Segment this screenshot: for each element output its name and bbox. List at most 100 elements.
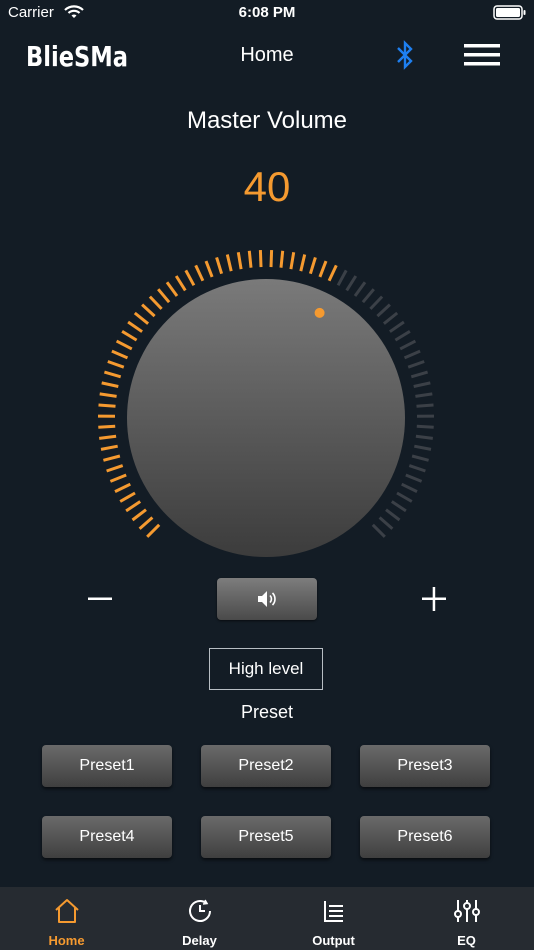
dial-tick — [308, 256, 317, 275]
dial-tick — [345, 275, 358, 292]
dial-tick — [410, 370, 429, 379]
dial-tick — [107, 360, 125, 369]
dial-tick — [157, 288, 171, 304]
dial-tick — [401, 482, 418, 493]
output-list-icon — [323, 901, 343, 922]
dial-tick — [396, 491, 413, 503]
dial-tick — [394, 330, 411, 342]
preset-section-title: Preset — [240, 702, 294, 722]
dial-tick — [376, 303, 391, 318]
dial-tick — [204, 260, 214, 278]
dial-tick — [408, 464, 426, 473]
dial-tick — [119, 491, 136, 503]
dial-tick — [194, 264, 205, 282]
dial-tick — [174, 275, 187, 292]
dial-tick — [115, 339, 133, 351]
dial-tick — [111, 349, 129, 360]
dial-tick — [184, 269, 196, 287]
dial-tick — [215, 256, 224, 275]
knob-indicator-dot — [314, 307, 325, 318]
tab-eq-label: EQ — [457, 933, 476, 948]
preset-3-button[interactable]: Preset3 — [360, 745, 490, 787]
dial-tick — [141, 303, 156, 318]
dial-tick — [371, 523, 386, 538]
tab-output-label: Output — [312, 933, 355, 948]
dial-tick — [407, 360, 425, 369]
dial-tick — [148, 295, 163, 310]
tab-home-label: Home — [48, 933, 85, 948]
tab-bar: Home Delay Output EQ — [0, 887, 534, 950]
dial-tick — [100, 444, 118, 451]
dial-tick — [109, 473, 127, 483]
dial-tick — [405, 473, 423, 483]
dial-tick — [369, 295, 384, 310]
dial-tick — [416, 424, 434, 429]
dial-tick — [415, 434, 433, 440]
dial-tick — [225, 254, 233, 272]
dial-tick — [165, 281, 179, 297]
dial-tick — [133, 311, 150, 325]
dial-tick — [389, 320, 405, 333]
dial-tick — [247, 250, 253, 268]
dial-tick — [131, 508, 147, 522]
dial-tick — [103, 370, 122, 379]
tab-delay[interactable]: Delay — [133, 887, 266, 950]
tab-delay-label: Delay — [182, 933, 217, 948]
dial-tick — [258, 250, 263, 268]
preset-4-button[interactable]: Preset4 — [42, 816, 172, 858]
dial-tick — [353, 281, 367, 297]
dial-tick — [382, 311, 399, 325]
minus-icon — [88, 597, 112, 600]
dial-tick — [414, 444, 432, 451]
dial-tick — [114, 482, 131, 493]
dial-tick — [416, 403, 434, 408]
preset-5-button[interactable]: Preset5 — [201, 816, 331, 858]
dial-tick — [336, 269, 348, 287]
dial-tick — [146, 523, 161, 538]
dial-tick — [103, 454, 121, 462]
delay-clock-icon — [188, 899, 211, 922]
volume-dial[interactable] — [0, 0, 534, 580]
dial-tick — [411, 454, 429, 462]
dial-tick — [101, 381, 119, 388]
dial-tick — [385, 508, 401, 522]
dial-tick — [106, 464, 124, 473]
volume-down-button[interactable] — [84, 584, 116, 614]
eq-sliders-icon — [453, 900, 480, 922]
dial-tick — [99, 434, 117, 440]
dial-tick — [415, 392, 433, 398]
volume-knob[interactable] — [127, 279, 405, 557]
dial-tick — [299, 254, 307, 272]
mute-button[interactable] — [217, 578, 317, 620]
dial-tick — [327, 264, 338, 282]
preset-1-button[interactable]: Preset1 — [42, 745, 172, 787]
home-icon — [54, 899, 79, 923]
dial-tick — [378, 516, 394, 530]
tab-eq[interactable]: EQ — [400, 887, 533, 950]
dial-tick — [399, 339, 417, 351]
dial-tick — [125, 500, 142, 513]
speaker-icon — [258, 591, 276, 607]
preset-2-button[interactable]: Preset2 — [201, 745, 331, 787]
dial-tick — [403, 349, 421, 360]
plus-icon — [422, 587, 446, 611]
tab-home[interactable]: Home — [0, 887, 133, 950]
tab-output[interactable]: Output — [267, 887, 400, 950]
dial-tick — [413, 381, 431, 388]
preset-6-button[interactable]: Preset6 — [360, 816, 490, 858]
dial-tick — [127, 320, 143, 333]
dial-tick — [279, 250, 285, 268]
dial-tick — [390, 500, 407, 513]
dial-tick — [121, 330, 138, 342]
dial-tick — [98, 424, 116, 429]
level-mode-button[interactable]: High level — [209, 648, 323, 690]
dial-tick — [98, 403, 116, 408]
volume-up-button[interactable] — [418, 584, 450, 614]
dial-tick — [138, 516, 154, 530]
dial-tick — [99, 392, 117, 398]
dial-tick — [269, 250, 274, 268]
dial-tick — [236, 252, 243, 270]
dial-tick — [289, 252, 296, 270]
dial-tick — [318, 260, 328, 278]
dial-tick — [361, 288, 375, 304]
